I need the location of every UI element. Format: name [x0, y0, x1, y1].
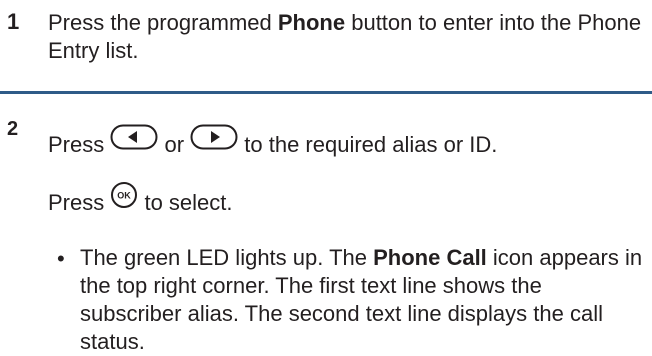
- step-number: 1: [7, 9, 20, 34]
- bullet-marker: •: [57, 246, 65, 271]
- result-text-part: The green LED lights up. The: [80, 245, 374, 270]
- right-arrow-key-icon: [190, 124, 238, 156]
- instruction-text: to the required alias or ID.: [238, 131, 498, 157]
- step-divider: [0, 91, 652, 94]
- result-bullet-text: The green LED lights up. The Phone Call …: [80, 244, 648, 356]
- instruction-text: Press: [48, 131, 111, 157]
- step-text: Press the programmed Phone button to ent…: [48, 9, 648, 65]
- ok-button-label: OK: [118, 191, 132, 201]
- navigate-instruction: Press or to the required alias or ID.: [48, 124, 498, 162]
- step-number: 2: [7, 118, 19, 140]
- left-arrow-key-icon: [110, 124, 158, 156]
- instruction-text: Press: [48, 189, 111, 215]
- instruction-text: or: [158, 131, 191, 157]
- ok-button-icon: OK: [110, 181, 138, 215]
- phone-button-label: Phone: [277, 10, 346, 35]
- step-text-part: Press the programmed: [48, 10, 278, 35]
- select-instruction: Press OK to select.: [48, 182, 233, 221]
- phone-call-icon-label: Phone Call: [373, 245, 487, 270]
- instruction-text: to select.: [138, 189, 233, 215]
